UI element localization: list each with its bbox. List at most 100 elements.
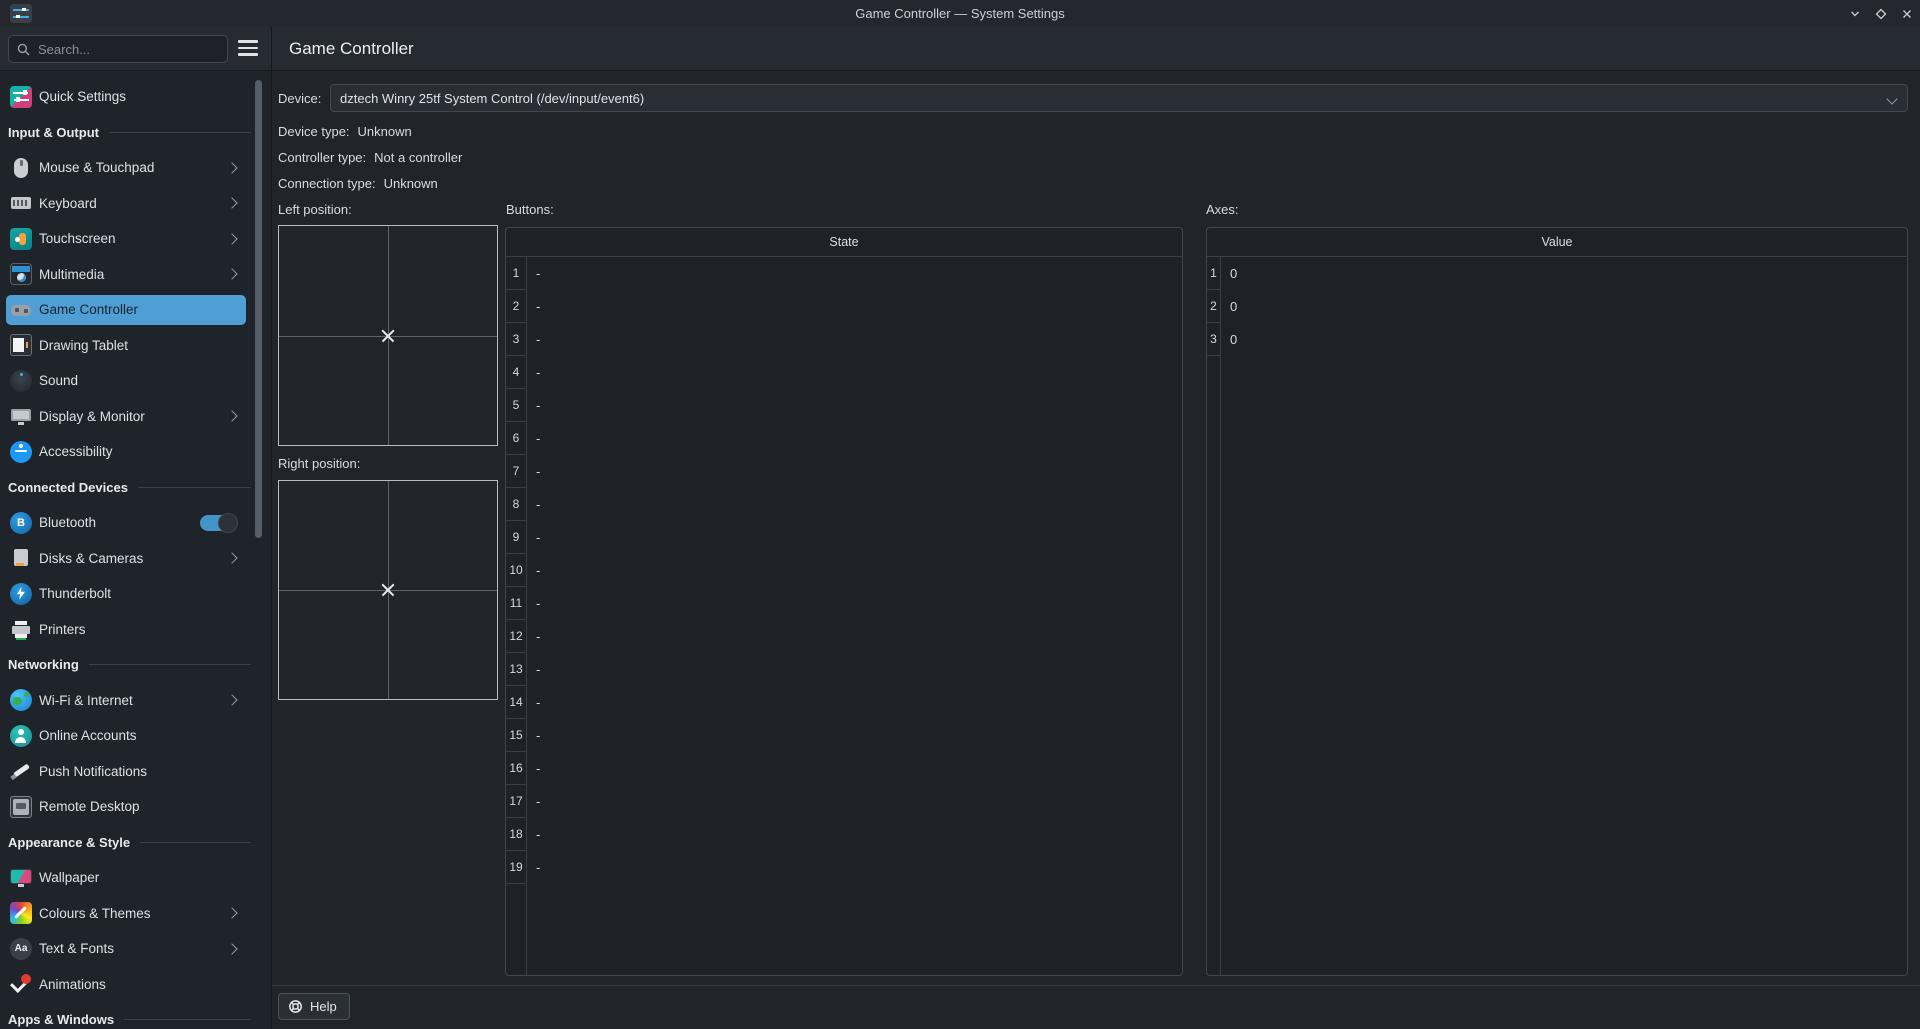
online-accounts-icon <box>10 724 32 747</box>
bluetooth-icon: B <box>10 511 32 534</box>
row-value: - <box>536 761 541 776</box>
row-value: - <box>536 464 541 479</box>
sidebar-item-remote-desktop[interactable]: Remote Desktop <box>6 792 246 822</box>
row-value: - <box>536 662 541 677</box>
row-number: 2 <box>506 290 526 323</box>
sidebar-item-text-fonts[interactable]: Aa Text & Fonts <box>6 934 246 964</box>
table-row: 3- <box>506 323 1182 356</box>
chevron-right-icon <box>226 907 238 919</box>
connection-type-label: Connection type: <box>278 175 376 191</box>
sidebar-item-disks-cameras[interactable]: Disks & Cameras <box>6 543 246 573</box>
row-number: 4 <box>506 356 526 389</box>
main-content: Device: dztech Winry 25tf System Control… <box>272 71 1920 1029</box>
sidebar-content-divider <box>271 27 272 1029</box>
sidebar: Quick Settings Input & Output Mouse & Touc… <box>0 71 271 1029</box>
table-row: 18- <box>506 818 1182 851</box>
sidebar-item-label: Animations <box>39 976 106 992</box>
sidebar-item-label: Remote Desktop <box>39 799 140 815</box>
close-icon[interactable] <box>1899 6 1914 21</box>
row-number: 7 <box>506 455 526 488</box>
row-number: 3 <box>506 323 526 356</box>
table-row: 10 <box>1207 257 1907 290</box>
row-number: 5 <box>506 389 526 422</box>
sidebar-item-animations[interactable]: Animations <box>6 969 246 999</box>
titlebar: Game Controller — System Settings <box>0 0 1920 27</box>
section-divider <box>108 131 251 133</box>
chevron-right-icon <box>226 162 238 174</box>
row-number: 17 <box>506 785 526 818</box>
sidebar-item-quick-settings[interactable]: Quick Settings <box>6 82 246 112</box>
wifi-icon <box>10 689 32 712</box>
section-divider <box>137 486 251 488</box>
buttons-label: Buttons: <box>506 201 554 217</box>
table-column-divider <box>526 256 527 975</box>
display-icon <box>10 405 32 427</box>
sound-icon <box>10 369 32 392</box>
sidebar-item-touchscreen[interactable]: Touchscreen <box>6 224 246 254</box>
search-input[interactable] <box>36 40 219 58</box>
row-value: - <box>536 530 541 545</box>
row-value: - <box>536 266 541 281</box>
device-combobox[interactable]: dztech Winry 25tf System Control (/dev/i… <box>330 84 1908 112</box>
sidebar-item-bluetooth[interactable]: B Bluetooth <box>6 508 246 538</box>
sidebar-item-multimedia[interactable]: Multimedia <box>6 259 246 289</box>
row-value: - <box>536 398 541 413</box>
row-number: 18 <box>506 818 526 851</box>
hamburger-menu-icon[interactable] <box>238 40 258 56</box>
buttons-table-header: State <box>506 228 1182 257</box>
sidebar-item-label: Disks & Cameras <box>39 550 144 566</box>
row-number: 13 <box>506 653 526 686</box>
chevron-right-icon <box>226 268 238 280</box>
sidebar-item-online-accounts[interactable]: Online Accounts <box>6 721 246 751</box>
sidebar-item-label: Colours & Themes <box>39 905 151 921</box>
sidebar-item-sound[interactable]: Sound <box>6 366 246 396</box>
help-button[interactable]: Help <box>278 993 350 1020</box>
axes-table: Value 102030 <box>1206 227 1908 976</box>
sidebar-item-wi-fi-internet[interactable]: Wi-Fi & Internet <box>6 685 246 715</box>
multimedia-icon <box>10 263 32 286</box>
sidebar-item-wallpaper[interactable]: Wallpaper <box>6 863 246 893</box>
thunderbolt-icon <box>10 582 32 605</box>
table-row: 12- <box>506 620 1182 653</box>
push-notifications-icon <box>10 760 32 782</box>
sidebar-section-appearance-style: Appearance & Style <box>0 825 271 861</box>
sidebar-item-display-monitor[interactable]: Display & Monitor <box>6 401 246 431</box>
row-value: 0 <box>1230 332 1238 347</box>
mouse-icon <box>10 157 32 179</box>
search-box[interactable] <box>8 35 228 63</box>
wallpaper-icon <box>10 867 32 889</box>
table-row: 10- <box>506 554 1182 587</box>
sidebar-item-push-notifications[interactable]: Push Notifications <box>6 756 246 786</box>
row-number: 19 <box>506 851 526 884</box>
maximize-icon[interactable] <box>1873 6 1888 21</box>
sidebar-item-printers[interactable]: Printers <box>6 614 246 644</box>
remote-desktop-icon <box>10 795 32 818</box>
sidebar-item-label: Text & Fonts <box>39 941 115 957</box>
sidebar-item-colours-themes[interactable]: Colours & Themes <box>6 898 246 928</box>
row-number: 9 <box>506 521 526 554</box>
sidebar-scrollbar[interactable] <box>255 80 262 538</box>
minimize-icon[interactable] <box>1847 6 1862 21</box>
section-divider <box>140 841 251 843</box>
sidebar-item-accessibility[interactable]: Accessibility <box>6 437 246 467</box>
table-row: 14- <box>506 686 1182 719</box>
sidebar-item-label: Push Notifications <box>39 763 148 779</box>
row-number: 3 <box>1207 323 1220 356</box>
left-position-label: Left position: <box>278 201 352 217</box>
row-value: - <box>536 629 541 644</box>
footer-divider <box>272 985 1920 986</box>
row-number: 11 <box>506 587 526 620</box>
row-number: 14 <box>506 686 526 719</box>
system-settings-window: Game Controller — System Settings Game C… <box>0 0 1920 1029</box>
sidebar-item-label: Multimedia <box>39 266 105 282</box>
sidebar-item-thunderbolt[interactable]: Thunderbolt <box>6 579 246 609</box>
sidebar-item-keyboard[interactable]: Keyboard <box>6 188 246 218</box>
table-row: 20 <box>1207 290 1907 323</box>
bluetooth-toggle[interactable] <box>200 512 238 533</box>
sidebar-item-mouse-touchpad[interactable]: Mouse & Touchpad <box>6 153 246 183</box>
sidebar-item-drawing-tablet[interactable]: Drawing Tablet <box>6 330 246 360</box>
table-row: 11- <box>506 587 1182 620</box>
sidebar-item-label: Thunderbolt <box>39 586 112 602</box>
sidebar-item-game-controller[interactable]: Game Controller <box>6 294 246 325</box>
sidebar-section-networking: Networking <box>0 647 271 683</box>
